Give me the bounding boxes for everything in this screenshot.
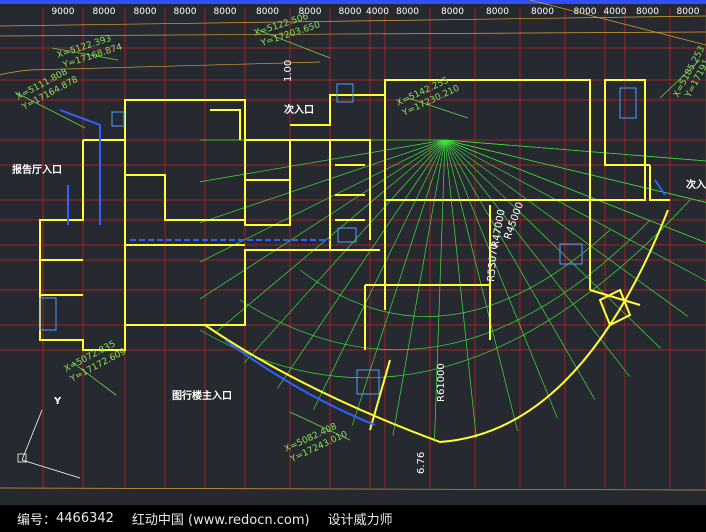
fan-ray: [444, 139, 706, 203]
fan-arc: [199, 199, 691, 379]
dimension-label: 4000: [604, 7, 627, 17]
dimension-label: 8000: [174, 7, 197, 17]
dimension-label: 8000: [339, 7, 362, 17]
top-band: [0, 0, 706, 4]
floor-plan-svg: 9000 8000 8000 8000 8000 8000 8000 8000 4000 8000…: [0, 0, 706, 491]
radius-label: R45000: [502, 201, 526, 241]
dimension-label: 9000: [52, 7, 75, 17]
footer-id-label: 编号：: [17, 513, 57, 528]
radius-label: R61000: [436, 363, 447, 402]
fan-ray: [351, 139, 446, 426]
dimension-label: 8000: [256, 7, 279, 17]
dimension-label: 8000: [531, 7, 554, 17]
fan-ray: [276, 139, 446, 389]
small-dim-top: 1.00: [283, 60, 294, 82]
ucs-icon: [17, 409, 81, 479]
fan-ray: [444, 139, 630, 377]
fan-ray: [444, 139, 558, 419]
axis-y-label: Y: [53, 396, 62, 407]
footer-slogan: 设计威力师: [327, 513, 393, 528]
label-secondary-entrance-top: 次入口: [284, 103, 314, 116]
dimension-label: 8000: [396, 7, 419, 17]
radius-labels: R45000 R47000 R53070 R61000: [436, 201, 526, 402]
building-walls: [39, 79, 670, 444]
fan-ray: [199, 139, 446, 224]
dimension-label: 8000: [441, 7, 464, 17]
dimension-label: 8000: [677, 7, 700, 17]
footer-bar: 编号： 4466342 红动中国 (www.redocn.com) 设计威力师: [0, 505, 706, 532]
dimension-label: 8000: [486, 7, 509, 17]
fan-ray: [444, 139, 477, 439]
cad-drawing: 9000 8000 8000 8000 8000 8000 8000 8000 4000 8000…: [0, 0, 706, 505]
dimension-label: 8000: [214, 7, 237, 17]
footer-id-value: 4466342: [56, 511, 114, 526]
dimension-label: 8000: [134, 7, 157, 17]
dimension-row: 9000 8000 8000 8000 8000 8000 8000 8000 4000 8000…: [52, 7, 700, 17]
small-dim-bottom: 6.76: [416, 452, 427, 474]
fan-ray: [313, 139, 446, 410]
fan-arc: [299, 229, 611, 317]
label-main-entrance: 图行楼主入口: [172, 389, 232, 402]
radius-label: R53070: [486, 243, 500, 283]
dimension-label: 8000: [93, 7, 116, 17]
dimension-label: 8000: [636, 7, 659, 17]
fan-ray: [444, 139, 706, 162]
fan-ray: [444, 139, 662, 349]
footer-site[interactable]: 红动中国 (www.redocn.com): [132, 509, 310, 528]
fan-ray: [199, 139, 446, 263]
fan-ray: [199, 139, 446, 183]
dimension-label: 4000: [366, 7, 389, 17]
label-report-hall-entrance: 报告厅入口: [12, 163, 62, 176]
stairs: [39, 83, 637, 395]
fan-ray: [244, 139, 446, 364]
label-secondary-entrance-right: 次入口: [686, 178, 706, 191]
fan-ray: [444, 139, 706, 243]
